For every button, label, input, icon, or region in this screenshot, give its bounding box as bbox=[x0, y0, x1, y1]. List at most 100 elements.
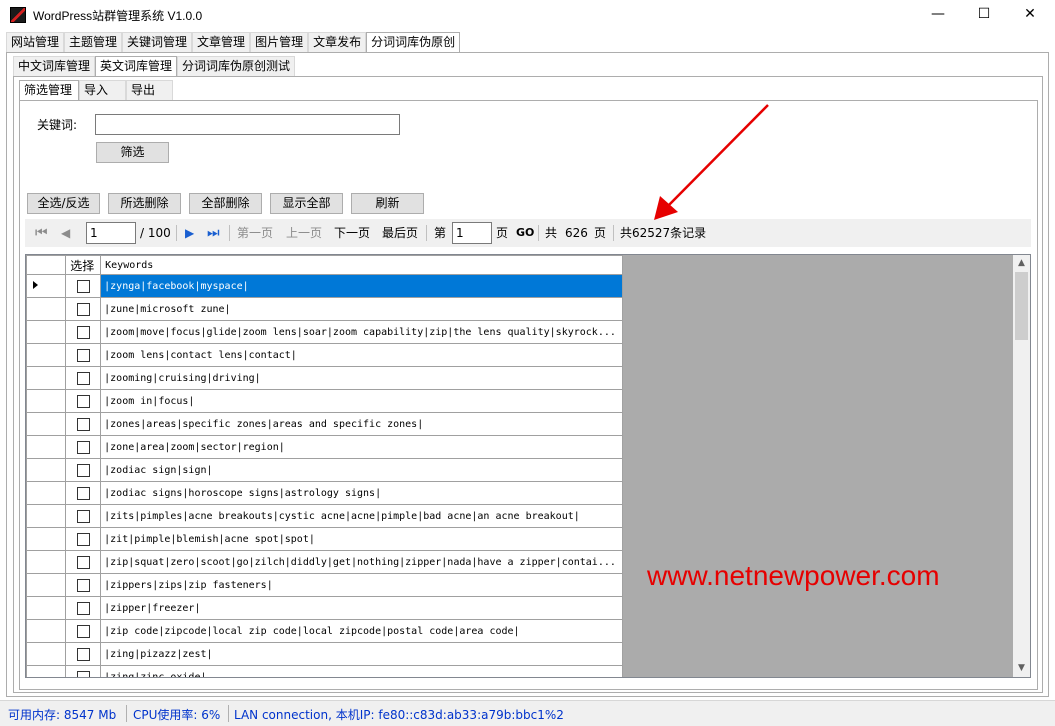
last-page-link[interactable]: 最后页 bbox=[382, 219, 418, 247]
row-header[interactable] bbox=[26, 642, 67, 666]
row-checkbox[interactable] bbox=[76, 624, 90, 638]
row-checkbox[interactable] bbox=[76, 532, 90, 546]
row-checkbox[interactable] bbox=[76, 279, 90, 293]
filter-button[interactable]: 筛选 bbox=[96, 142, 169, 163]
prev-page-link[interactable]: 上一页 bbox=[286, 219, 322, 247]
keyword-cell[interactable]: |zits|pimples|acne breakouts|cystic acne… bbox=[100, 504, 623, 528]
row-header[interactable] bbox=[26, 619, 67, 643]
table-row[interactable]: |zip code|zipcode|local zip code|local z… bbox=[26, 619, 623, 643]
table-row[interactable]: |zip|squat|zero|scoot|go|zilch|diddly|ge… bbox=[26, 550, 623, 574]
row-header[interactable] bbox=[26, 297, 67, 321]
goto-page-input[interactable] bbox=[452, 222, 492, 244]
first-page-icon[interactable]: ⏮ bbox=[35, 219, 48, 247]
table-row[interactable]: |zit|pimple|blemish|acne spot|spot| bbox=[26, 527, 623, 551]
keyword-cell[interactable]: |zoom lens|contact lens|contact| bbox=[100, 343, 623, 367]
row-checkbox[interactable] bbox=[76, 555, 90, 569]
row-header[interactable] bbox=[26, 665, 67, 677]
keywords-column-header[interactable]: Keywords bbox=[100, 255, 623, 275]
keyword-cell[interactable]: |zune|microsoft zune| bbox=[100, 297, 623, 321]
row-checkbox[interactable] bbox=[76, 348, 90, 362]
row-header[interactable] bbox=[26, 504, 67, 528]
first-page-link[interactable]: 第一页 bbox=[237, 219, 273, 247]
row-checkbox[interactable] bbox=[76, 325, 90, 339]
row-header[interactable] bbox=[26, 343, 67, 367]
tab-word-segmentation[interactable]: 分词词库伪原创 bbox=[366, 32, 461, 53]
table-row[interactable]: |zippers|zips|zip fasteners| bbox=[26, 573, 623, 597]
tab-chinese-lexicon[interactable]: 中文词库管理 bbox=[13, 56, 96, 76]
row-header[interactable] bbox=[26, 389, 67, 413]
row-header[interactable] bbox=[26, 435, 67, 459]
table-row[interactable]: |zones|areas|specific zones|areas and sp… bbox=[26, 412, 623, 436]
row-header[interactable] bbox=[26, 366, 67, 390]
keyword-cell[interactable]: |zoom in|focus| bbox=[100, 389, 623, 413]
select-all-button[interactable]: 全选/反选 bbox=[27, 193, 100, 214]
row-header[interactable] bbox=[26, 412, 67, 436]
keyword-cell[interactable]: |zones|areas|specific zones|areas and sp… bbox=[100, 412, 623, 436]
keyword-cell[interactable]: |zooming|cruising|driving| bbox=[100, 366, 623, 390]
close-button[interactable]: ✕ bbox=[1007, 0, 1053, 30]
row-header[interactable] bbox=[26, 573, 67, 597]
current-page-input[interactable] bbox=[86, 222, 136, 244]
table-row[interactable]: |zodiac signs|horoscope signs|astrology … bbox=[26, 481, 623, 505]
table-row[interactable]: |zynga|facebook|myspace| bbox=[26, 274, 623, 298]
row-checkbox[interactable] bbox=[76, 601, 90, 615]
row-header[interactable] bbox=[26, 458, 67, 482]
keyword-cell[interactable]: |zippers|zips|zip fasteners| bbox=[100, 573, 623, 597]
keyword-cell[interactable]: |zing|pizazz|zest| bbox=[100, 642, 623, 666]
table-row[interactable]: |zipper|freezer| bbox=[26, 596, 623, 620]
row-checkbox[interactable] bbox=[76, 394, 90, 408]
row-header[interactable] bbox=[26, 527, 67, 551]
keyword-input[interactable] bbox=[95, 114, 400, 135]
table-row[interactable]: |zoom|move|focus|glide|zoom lens|soar|zo… bbox=[26, 320, 623, 344]
tab-rewrite-test[interactable]: 分词词库伪原创测试 bbox=[177, 56, 296, 76]
keyword-cell[interactable]: |zip|squat|zero|scoot|go|zilch|diddly|ge… bbox=[100, 550, 623, 574]
scroll-down-icon[interactable]: ▼ bbox=[1013, 660, 1030, 677]
refresh-button[interactable]: 刷新 bbox=[351, 193, 424, 214]
row-checkbox[interactable] bbox=[76, 463, 90, 477]
prev-page-icon[interactable]: ◀ bbox=[61, 219, 70, 247]
keyword-cell[interactable]: |zynga|facebook|myspace| bbox=[100, 274, 623, 298]
row-checkbox[interactable] bbox=[76, 670, 90, 677]
row-header[interactable] bbox=[26, 550, 67, 574]
row-checkbox[interactable] bbox=[76, 578, 90, 592]
vertical-scrollbar[interactable]: ▲ ▼ bbox=[1013, 255, 1030, 677]
tab-import[interactable]: 导入 bbox=[79, 80, 126, 100]
tab-article-publish[interactable]: 文章发布 bbox=[308, 32, 367, 52]
keyword-cell[interactable]: |zodiac sign|sign| bbox=[100, 458, 623, 482]
table-row[interactable]: |zing|zinc oxide| bbox=[26, 665, 623, 677]
tab-keyword-management[interactable]: 关键词管理 bbox=[122, 32, 193, 52]
row-checkbox[interactable] bbox=[76, 371, 90, 385]
row-header[interactable] bbox=[26, 274, 67, 298]
row-checkbox[interactable] bbox=[76, 647, 90, 661]
tab-site-management[interactable]: 网站管理 bbox=[6, 32, 65, 52]
row-checkbox[interactable] bbox=[76, 417, 90, 431]
tab-english-lexicon[interactable]: 英文词库管理 bbox=[95, 56, 178, 77]
row-checkbox[interactable] bbox=[76, 302, 90, 316]
table-row[interactable]: |zing|pizazz|zest| bbox=[26, 642, 623, 666]
keyword-cell[interactable]: |zip code|zipcode|local zip code|local z… bbox=[100, 619, 623, 643]
table-row[interactable]: |zits|pimples|acne breakouts|cystic acne… bbox=[26, 504, 623, 528]
row-checkbox[interactable] bbox=[76, 509, 90, 523]
scroll-up-icon[interactable]: ▲ bbox=[1013, 255, 1030, 272]
scroll-thumb[interactable] bbox=[1015, 272, 1028, 340]
keyword-cell[interactable]: |zing|zinc oxide| bbox=[100, 665, 623, 677]
show-all-button[interactable]: 显示全部 bbox=[270, 193, 343, 214]
row-header[interactable] bbox=[26, 596, 67, 620]
table-row[interactable]: |zooming|cruising|driving| bbox=[26, 366, 623, 390]
select-column-header[interactable]: 选择 bbox=[65, 255, 102, 275]
tab-export[interactable]: 导出 bbox=[126, 80, 173, 100]
row-checkbox[interactable] bbox=[76, 486, 90, 500]
table-row[interactable]: |zoom lens|contact lens|contact| bbox=[26, 343, 623, 367]
tab-theme-management[interactable]: 主题管理 bbox=[64, 32, 123, 52]
last-page-icon[interactable]: ⏭ bbox=[207, 219, 220, 247]
table-row[interactable]: |zone|area|zoom|sector|region| bbox=[26, 435, 623, 459]
keyword-cell[interactable]: |zipper|freezer| bbox=[100, 596, 623, 620]
minimize-button[interactable]: — bbox=[915, 0, 961, 30]
table-row[interactable]: |zodiac sign|sign| bbox=[26, 458, 623, 482]
tab-article-management[interactable]: 文章管理 bbox=[192, 32, 251, 52]
table-row[interactable]: |zoom in|focus| bbox=[26, 389, 623, 413]
next-page-icon[interactable]: ▶ bbox=[185, 219, 194, 247]
tab-filter-management[interactable]: 筛选管理 bbox=[19, 80, 79, 101]
keyword-cell[interactable]: |zoom|move|focus|glide|zoom lens|soar|zo… bbox=[100, 320, 623, 344]
table-row[interactable]: |zune|microsoft zune| bbox=[26, 297, 623, 321]
